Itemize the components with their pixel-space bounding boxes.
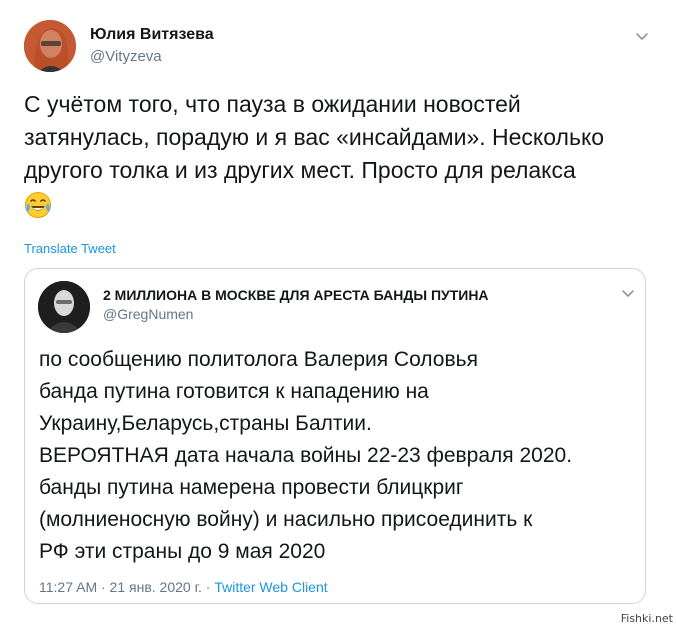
quoted-tweet[interactable]: 2 МИЛЛИОНА В МОСКВЕ ДЛЯ АРЕСТА БАНДЫ ПУТ… <box>24 268 646 604</box>
tweet-card: Юлия Витязева @Vityzeva С учётом того, ч… <box>0 0 677 629</box>
tweet-text-line: другого толка и из других мест. Просто д… <box>24 157 576 183</box>
quoted-author-name[interactable]: 2 МИЛЛИОНА В МОСКВЕ ДЛЯ АРЕСТА БАНДЫ ПУТ… <box>103 287 489 303</box>
quoted-text-line: банда путина готовится к нападению на <box>39 380 429 403</box>
quoted-text-line: банды путина намерена провести блицкриг <box>39 476 464 499</box>
watermark: Fishki.net <box>620 612 673 625</box>
quoted-tweet-timestamp[interactable]: 11:27 AM · 21 янв. 2020 г. · <box>39 579 214 595</box>
author-avatar-image <box>24 20 76 72</box>
quoted-text-line: ВЕРОЯТНАЯ дата начала войны 22-23 феврал… <box>39 444 573 467</box>
chevron-down-icon[interactable] <box>634 28 650 44</box>
author-handle[interactable]: @Vityzeva <box>90 48 162 65</box>
quoted-text-line: Украину,Беларусь,страны Балтии. <box>39 412 372 435</box>
quoted-tweet-client-link[interactable]: Twitter Web Client <box>214 579 327 595</box>
emoji-line <box>24 187 664 220</box>
quoted-author-avatar-image <box>38 281 90 333</box>
translate-tweet-link[interactable]: Translate Tweet <box>24 241 116 256</box>
quoted-tweet-text: по сообщению политолога Валерия Соловья … <box>39 344 639 568</box>
quoted-text-line: по сообщению политолога Валерия Соловья <box>39 348 478 371</box>
quoted-text-line: РФ эти страны до 9 мая 2020 <box>39 540 326 563</box>
author-name[interactable]: Юлия Витязева <box>90 26 214 44</box>
quoted-tweet-meta: 11:27 AM · 21 янв. 2020 г. · Twitter Web… <box>39 579 328 595</box>
chevron-down-icon[interactable] <box>620 285 636 301</box>
author-avatar[interactable] <box>24 20 76 72</box>
quoted-author-avatar[interactable] <box>38 281 90 333</box>
quoted-author-handle[interactable]: @GregNumen <box>103 306 193 322</box>
quoted-text-line: (молниеносную войну) и насильно присоеди… <box>39 508 533 531</box>
face-with-tears-of-joy-icon <box>24 191 52 219</box>
tweet-text: С учётом того, что пауза в ожидании ново… <box>24 88 664 220</box>
tweet-text-line: затянулась, порадую и я вас «инсайдами».… <box>24 124 605 150</box>
tweet-text-line: С учётом того, что пауза в ожидании ново… <box>24 91 521 117</box>
